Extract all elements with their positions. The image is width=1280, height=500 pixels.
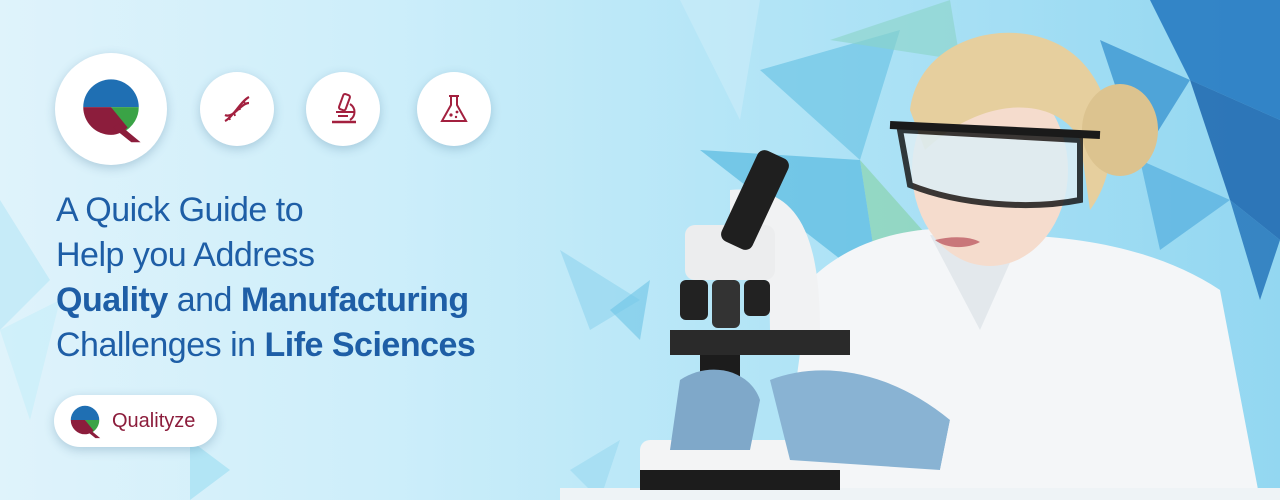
headline: A Quick Guide to Help you Address Qualit…	[56, 188, 476, 368]
microscope-badge	[306, 72, 380, 146]
headline-quality: Quality	[56, 281, 168, 319]
brand-name: Qualityze	[112, 409, 196, 432]
flask-badge	[417, 72, 491, 146]
headline-life-sciences: Life Sciences	[264, 326, 476, 364]
flask-icon	[440, 95, 468, 122]
headline-line-1: A Quick Guide to	[56, 191, 304, 229]
dna-helix-icon	[224, 96, 250, 122]
qualityze-logo-badge	[55, 53, 167, 165]
headline-line-3: Quality and Manufacturing	[56, 278, 475, 323]
headline-challenges: Challenges in	[56, 326, 265, 364]
headline-line-4: Challenges in Life Sciences	[56, 323, 476, 368]
hero-banner: A Quick Guide to Help you Address Qualit…	[0, 0, 1280, 500]
qualityze-logo-icon	[83, 79, 141, 143]
brand-pill: Qualityze	[54, 395, 217, 447]
microscope-icon	[332, 93, 356, 124]
qualityze-mini-logo-icon	[70, 405, 101, 439]
headline-manufacturing: Manufacturing	[240, 281, 469, 319]
scientist-with-microscope-image	[560, 32, 1280, 500]
headline-line-2: Help you Address	[56, 236, 315, 274]
headline-and: and	[167, 281, 241, 319]
dna-badge	[200, 72, 274, 146]
